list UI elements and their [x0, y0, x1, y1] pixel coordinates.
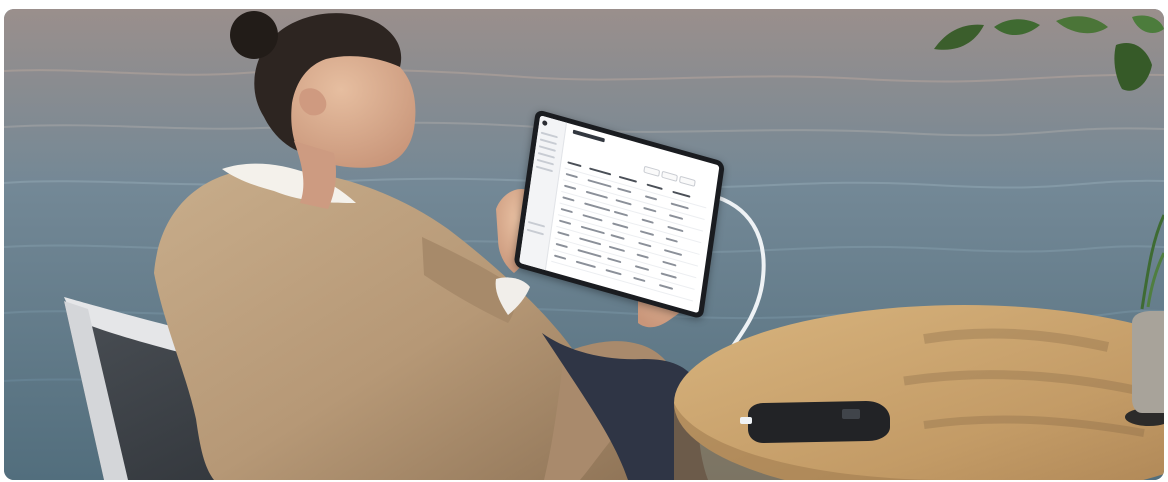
tablet-nav-item[interactable] — [535, 165, 553, 173]
tablet-nav-item[interactable] — [539, 138, 557, 146]
plant-pot — [1132, 311, 1164, 413]
tablet-nav-item[interactable] — [537, 151, 555, 159]
tablet-app-logo-icon — [541, 119, 548, 127]
tablet-toolbar-button[interactable] — [643, 165, 661, 177]
hair-bun — [230, 11, 278, 59]
power-bank-body — [748, 401, 890, 443]
power-bank — [740, 401, 890, 443]
photo-frame — [4, 9, 1164, 480]
tablet-toolbar-button[interactable] — [661, 170, 678, 182]
tablet-nav-item[interactable] — [526, 228, 544, 236]
tablet-toolbar-button[interactable] — [678, 175, 696, 187]
tablet-nav-item[interactable] — [538, 145, 556, 152]
tablet-nav-item[interactable] — [527, 220, 546, 228]
tablet-page-title — [572, 129, 605, 143]
tablet-nav-item[interactable] — [536, 158, 554, 166]
power-bank-display-icon — [842, 409, 860, 419]
tablet-nav-item[interactable] — [540, 131, 558, 139]
power-bank-usb-plug — [740, 417, 752, 424]
